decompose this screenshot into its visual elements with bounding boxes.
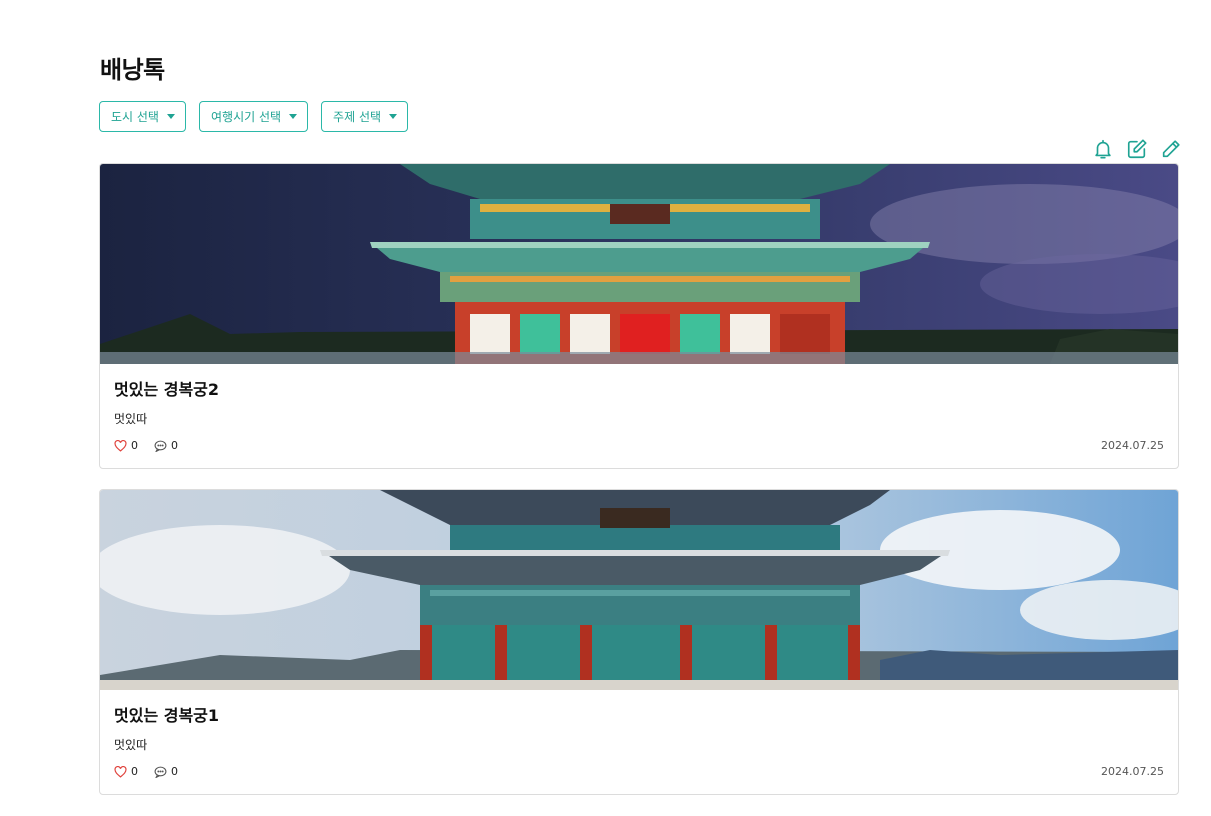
comment-count: 0 [171,765,178,778]
post-thumbnail [100,164,1178,364]
filter-bar: 도시 선택 여행시기 선택 주제 선택 [99,101,409,132]
post-stats: 0 0 [114,439,178,452]
comment-icon[interactable] [154,766,167,778]
heart-icon[interactable] [114,439,127,452]
page-title: 배낭톡 [100,56,165,84]
post-card[interactable]: 멋있는 경복궁2 멋있따 0 0 2024.07.25 [99,163,1179,469]
topic-filter-dropdown[interactable]: 주제 선택 [321,101,409,132]
post-body: 멋있는 경복궁1 멋있따 [114,702,1164,753]
post-description: 멋있따 [114,412,148,426]
bell-icon[interactable] [1092,138,1114,160]
like-count: 0 [131,765,138,778]
post-meta: 0 0 2024.07.25 [114,765,1164,778]
comment-icon[interactable] [154,440,167,452]
post-body: 멋있는 경복궁2 멋있따 [114,376,1164,427]
toolbar [1092,138,1182,160]
post-stats: 0 0 [114,765,178,778]
travel-period-filter-dropdown[interactable]: 여행시기 선택 [198,101,309,132]
comment-count: 0 [171,439,178,452]
post-card[interactable]: 멋있는 경복궁1 멋있따 0 0 2024.07.25 [99,489,1179,795]
post-description: 멋있따 [114,738,148,752]
pencil-icon[interactable] [1160,138,1182,160]
city-filter-dropdown[interactable]: 도시 선택 [99,101,186,132]
like-count: 0 [131,439,138,452]
post-date: 2024.07.25 [1101,439,1164,452]
page: 배낭톡 도시 선택 여행시기 선택 주제 선택 멋있는 경복궁2 멋있따 0 0… [0,0,1211,816]
caret-down-icon [166,114,175,119]
post-thumbnail [100,490,1178,690]
travel-period-filter-label: 여행시기 선택 [210,110,282,124]
edit-square-icon[interactable] [1126,138,1148,160]
post-meta: 0 0 2024.07.25 [114,439,1164,452]
heart-icon[interactable] [114,765,127,778]
city-filter-label: 도시 선택 [111,110,159,124]
post-title: 멋있는 경복궁2 [114,380,220,399]
caret-down-icon [289,114,298,119]
caret-down-icon [389,114,398,119]
topic-filter-label: 주제 선택 [333,110,382,124]
post-date: 2024.07.25 [1101,765,1164,778]
post-title: 멋있는 경복궁1 [114,706,220,725]
